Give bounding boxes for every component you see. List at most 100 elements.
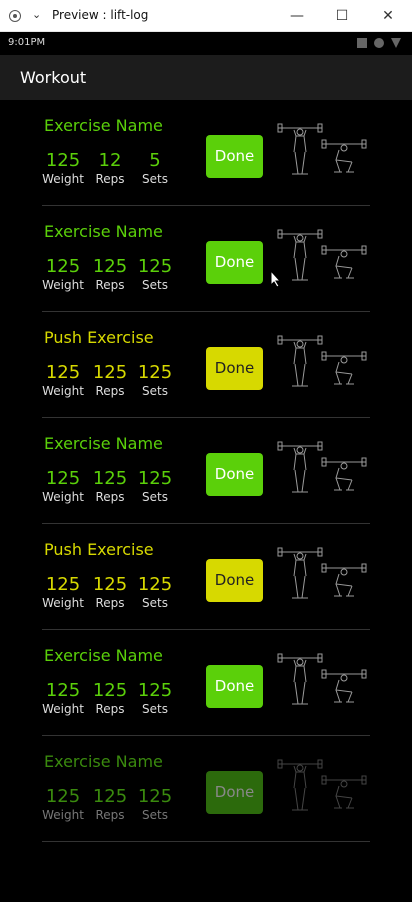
circle-icon: [374, 38, 384, 48]
exercise-illustration-icon: [276, 546, 368, 602]
sets-value: 125: [137, 574, 173, 595]
stop-icon: [357, 38, 367, 48]
reps-label: Reps: [95, 172, 125, 186]
mouse-cursor-icon: [270, 270, 282, 288]
weight-stat: 125 Weight: [42, 362, 84, 398]
exercise-name: Exercise Name: [44, 116, 163, 135]
reps-value: 125: [92, 786, 128, 807]
triangle-icon: [391, 38, 401, 48]
exercise-name: Exercise Name: [44, 752, 163, 771]
weight-stat: 125 Weight: [42, 680, 84, 716]
exercise-name: Push Exercise: [44, 328, 154, 347]
exercise-card[interactable]: Exercise Name 125 Weight 12 Reps 5 Sets …: [42, 100, 370, 206]
weight-value: 125: [45, 680, 81, 701]
exercise-card[interactable]: Exercise Name 125 Weight 125 Reps 125 Se…: [42, 206, 370, 312]
sets-label: Sets: [142, 172, 168, 186]
weight-stat: 125 Weight: [42, 256, 84, 292]
exercise-illustration-icon: [276, 758, 368, 814]
window-titlebar: ⌄ Preview : lift-log — ☐ ✕: [0, 0, 412, 32]
weight-value: 125: [45, 256, 81, 277]
reps-stat: 12 Reps: [91, 150, 129, 186]
sets-stat: 125 Sets: [136, 680, 174, 716]
maximize-icon[interactable]: ☐: [328, 4, 356, 28]
reps-stat: 125 Reps: [91, 786, 129, 822]
reps-label: Reps: [95, 490, 125, 504]
sets-stat: 125 Sets: [136, 786, 174, 822]
weight-label: Weight: [42, 808, 84, 822]
done-button[interactable]: Done: [206, 665, 263, 708]
sets-label: Sets: [142, 808, 168, 822]
reps-value: 125: [92, 256, 128, 277]
reps-value: 12: [98, 150, 122, 171]
sets-label: Sets: [142, 490, 168, 504]
reps-stat: 125 Reps: [91, 256, 129, 292]
exercise-name: Exercise Name: [44, 434, 163, 453]
sets-stat: 125 Sets: [136, 362, 174, 398]
weight-label: Weight: [42, 596, 84, 610]
reps-label: Reps: [95, 702, 125, 716]
weight-stat: 125 Weight: [42, 468, 84, 504]
weight-value: 125: [45, 362, 81, 383]
reps-label: Reps: [95, 596, 125, 610]
sets-stat: 125 Sets: [136, 256, 174, 292]
weight-value: 125: [45, 786, 81, 807]
exercise-name: Exercise Name: [44, 646, 163, 665]
weight-label: Weight: [42, 278, 84, 292]
chevron-down-icon[interactable]: ⌄: [32, 8, 41, 21]
exercise-illustration-icon: [276, 122, 368, 178]
reps-value: 125: [92, 468, 128, 489]
reps-label: Reps: [95, 808, 125, 822]
sets-value: 125: [137, 468, 173, 489]
weight-stat: 125 Weight: [42, 786, 84, 822]
done-button[interactable]: Done: [206, 771, 263, 814]
done-button[interactable]: Done: [206, 135, 263, 178]
weight-stat: 125 Weight: [42, 150, 84, 186]
weight-value: 125: [45, 574, 81, 595]
reps-value: 125: [92, 574, 128, 595]
sets-label: Sets: [142, 596, 168, 610]
weight-label: Weight: [42, 490, 84, 504]
exercise-card[interactable]: Exercise Name 125 Weight 125 Reps 125 Se…: [42, 630, 370, 736]
reps-value: 125: [92, 680, 128, 701]
reps-stat: 125 Reps: [91, 680, 129, 716]
close-icon[interactable]: ✕: [374, 4, 402, 28]
weight-label: Weight: [42, 172, 84, 186]
reps-label: Reps: [95, 278, 125, 292]
sets-value: 5: [149, 150, 161, 171]
sets-value: 125: [137, 256, 173, 277]
done-button[interactable]: Done: [206, 559, 263, 602]
sets-value: 125: [137, 786, 173, 807]
done-button[interactable]: Done: [206, 241, 263, 284]
reps-label: Reps: [95, 384, 125, 398]
weight-value: 125: [45, 468, 81, 489]
exercise-card[interactable]: Push Exercise 125 Weight 125 Reps 125 Se…: [42, 524, 370, 630]
weight-value: 125: [45, 150, 81, 171]
exercise-card[interactable]: Exercise Name 125 Weight 125 Reps 125 Se…: [42, 418, 370, 524]
weight-stat: 125 Weight: [42, 574, 84, 610]
sets-label: Sets: [142, 702, 168, 716]
exercise-illustration-icon: [276, 334, 368, 390]
exercise-card[interactable]: Exercise Name 125 Weight 125 Reps 125 Se…: [42, 736, 370, 842]
sets-label: Sets: [142, 384, 168, 398]
sets-value: 125: [137, 362, 173, 383]
sets-label: Sets: [142, 278, 168, 292]
exercise-illustration-icon: [276, 652, 368, 708]
reps-stat: 125 Reps: [91, 574, 129, 610]
exercise-illustration-icon: [276, 440, 368, 496]
exercise-name: Exercise Name: [44, 222, 163, 241]
status-time: 9:01PM: [8, 37, 46, 48]
exercise-card[interactable]: Push Exercise 125 Weight 125 Reps 125 Se…: [42, 312, 370, 418]
reps-stat: 125 Reps: [91, 468, 129, 504]
done-button[interactable]: Done: [206, 453, 263, 496]
weight-label: Weight: [42, 702, 84, 716]
sets-stat: 125 Sets: [136, 574, 174, 610]
reps-stat: 125 Reps: [91, 362, 129, 398]
app-bar: Workout: [0, 55, 412, 100]
reps-value: 125: [92, 362, 128, 383]
sets-stat: 5 Sets: [136, 150, 174, 186]
done-button[interactable]: Done: [206, 347, 263, 390]
minimize-icon[interactable]: —: [283, 4, 311, 28]
app-icon: [9, 10, 21, 22]
status-bar: 9:01PM: [0, 32, 412, 55]
sets-value: 125: [137, 680, 173, 701]
